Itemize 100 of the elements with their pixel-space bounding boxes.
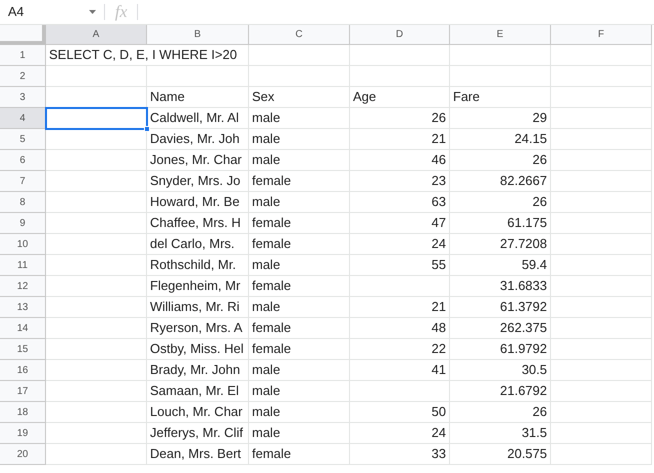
row-header[interactable]: 1 [0,45,46,66]
column-header[interactable]: D [350,25,450,45]
table-cell: Williams, Mr. Ri [147,297,249,318]
column-header[interactable]: F [551,25,652,45]
empty-cell[interactable] [551,423,652,444]
table-cell: 59.4 [450,255,551,276]
empty-cell[interactable] [350,381,450,402]
row-header[interactable]: 5 [0,129,46,150]
empty-cell[interactable] [551,339,652,360]
table-cell: 31.5 [450,423,551,444]
empty-cell[interactable] [551,381,652,402]
caret-icon [89,10,96,14]
empty-cell[interactable] [350,276,450,297]
row-header[interactable]: 14 [0,318,46,339]
table-cell: 26 [450,150,551,171]
table-cell: 21 [350,129,450,150]
empty-cell[interactable] [551,66,652,87]
table-cell: Sex [249,87,350,108]
table-cell: 61.3792 [450,297,551,318]
empty-cell[interactable] [551,192,652,213]
empty-cell[interactable] [147,66,249,87]
empty-cell[interactable] [551,45,652,66]
row-header[interactable]: 10 [0,234,46,255]
row-header[interactable]: 6 [0,150,46,171]
table-cell: 30.5 [450,360,551,381]
table-cell: 31.6833 [450,276,551,297]
table-cell: male [249,297,350,318]
row-header[interactable]: 8 [0,192,46,213]
table-cell: 26 [450,192,551,213]
table-cell: female [249,444,350,465]
table-cell: 33 [350,444,450,465]
empty-cell[interactable] [551,234,652,255]
row-header[interactable]: 3 [0,87,46,108]
empty-cell[interactable] [551,276,652,297]
row-header[interactable]: 11 [0,255,46,276]
table-cell: male [249,192,350,213]
row-header[interactable]: 13 [0,297,46,318]
table-cell: 20.575 [450,444,551,465]
table-cell: Rothschild, Mr. [147,255,249,276]
empty-cell[interactable] [551,360,652,381]
empty-cell[interactable] [551,444,652,465]
row-header[interactable]: 19 [0,423,46,444]
empty-cell[interactable] [551,129,652,150]
empty-cell[interactable] [249,66,350,87]
table-cell: 63 [350,192,450,213]
table-cell: Howard, Mr. Be [147,192,249,213]
empty-cell[interactable] [450,45,551,66]
row-header[interactable]: 2 [0,66,46,87]
table-cell: 61.9792 [450,339,551,360]
table-cell: SELECT C, D, E, I WHERE I>20 [46,45,249,66]
empty-cell[interactable] [551,171,652,192]
column-header[interactable]: E [450,25,551,45]
table-cell: Name [147,87,249,108]
empty-cell[interactable] [551,150,652,171]
name-box[interactable]: A4 [0,0,104,24]
row-header[interactable]: 7 [0,171,46,192]
empty-cell[interactable] [551,402,652,423]
table-cell: 55 [350,255,450,276]
selected-cell[interactable] [46,108,147,129]
table-cell: Davies, Mr. Joh [147,129,249,150]
fill-handle[interactable] [144,126,150,132]
row-header[interactable]: 12 [0,276,46,297]
table-cell: Brady, Mr. John [147,360,249,381]
row-header[interactable]: 17 [0,381,46,402]
table-cell: Caldwell, Mr. Al [147,108,249,129]
table-cell: 21.6792 [450,381,551,402]
column-header[interactable]: B [147,25,249,45]
corner-cell[interactable] [0,25,46,45]
column-header[interactable]: C [249,25,350,45]
table-cell: female [249,213,350,234]
table-cell: male [249,255,350,276]
table-cell: 21 [350,297,450,318]
table-cell: male [249,150,350,171]
table-cell: 23 [350,171,450,192]
table-cell: female [249,171,350,192]
empty-cell[interactable] [551,87,652,108]
empty-cell[interactable] [350,45,450,66]
empty-cell[interactable] [551,297,652,318]
table-cell: 24 [350,234,450,255]
table-cell: Louch, Mr. Char [147,402,249,423]
empty-cell[interactable] [551,318,652,339]
table-cell: 82.2667 [450,171,551,192]
row-header[interactable]: 4 [0,108,46,129]
empty-cell[interactable] [551,108,652,129]
row-header[interactable]: 20 [0,444,46,465]
empty-cell[interactable] [350,66,450,87]
column-header[interactable]: A [46,25,147,45]
table-cell: 26 [350,108,450,129]
table-cell: Ostby, Miss. Hel [147,339,249,360]
row-header[interactable]: 16 [0,360,46,381]
row-header[interactable]: 18 [0,402,46,423]
empty-cell[interactable] [249,45,350,66]
table-cell: male [249,381,350,402]
empty-cell[interactable] [450,66,551,87]
row-header[interactable]: 9 [0,213,46,234]
empty-cell[interactable] [551,255,652,276]
row-header[interactable]: 15 [0,339,46,360]
empty-cell[interactable] [551,213,652,234]
table-cell: 61.175 [450,213,551,234]
table-cell: 48 [350,318,450,339]
